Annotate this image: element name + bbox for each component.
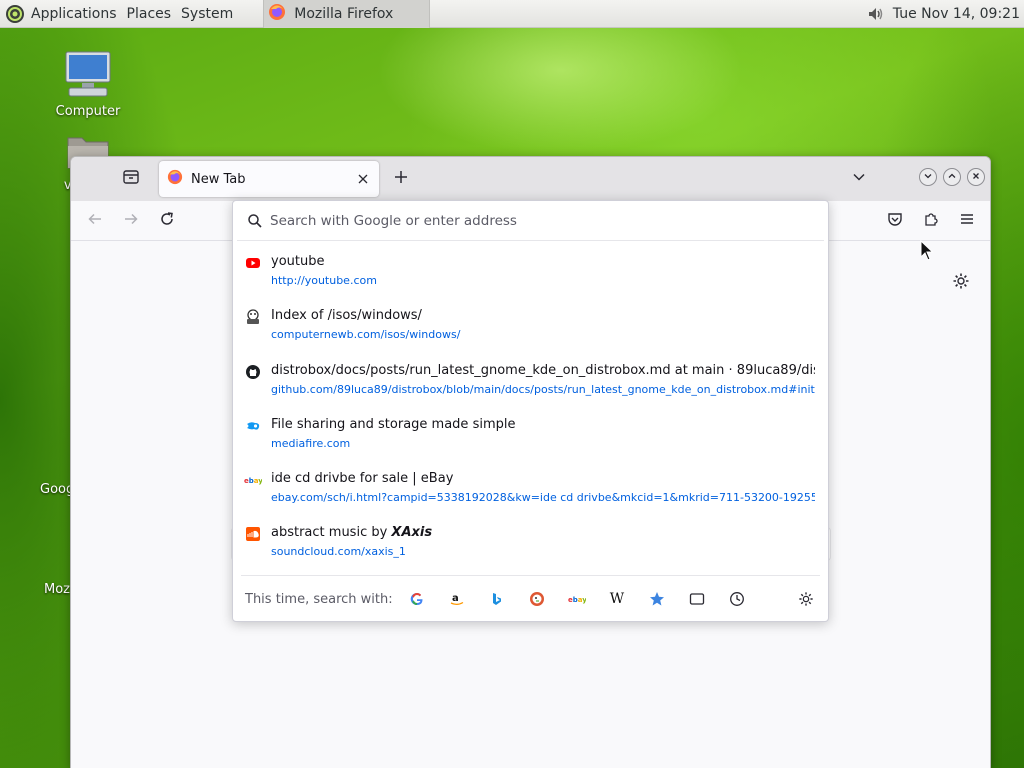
urlbar-results: youtube http://youtube.com Index of /iso…	[233, 245, 828, 571]
top-panel: Applications Places System Mozilla Firef…	[0, 0, 1024, 28]
google-icon[interactable]	[405, 587, 429, 611]
minimize-button[interactable]	[919, 168, 937, 186]
maximize-button[interactable]	[943, 168, 961, 186]
result-title-highlight: XAxis	[391, 525, 433, 541]
search-icon	[244, 210, 266, 232]
result-row[interactable]: Index of /isos/windows/ computernewb.com…	[233, 299, 828, 353]
list-all-tabs-button[interactable]	[845, 165, 873, 193]
search-with-label: This time, search with:	[245, 591, 393, 607]
duckduckgo-icon[interactable]	[525, 587, 549, 611]
history-icon[interactable]	[725, 587, 749, 611]
urlbar-input-row	[233, 201, 828, 241]
minimize-icon	[923, 170, 933, 185]
result-title-text: abstract music by	[271, 525, 392, 541]
chevron-down-icon	[852, 170, 866, 188]
tabs-icon[interactable]	[685, 587, 709, 611]
result-title: abstract music by XAxis	[271, 525, 815, 540]
result-title: youtube	[271, 254, 325, 269]
soundcloud-icon	[244, 525, 262, 543]
amazon-icon[interactable]: a	[445, 587, 469, 611]
plus-icon	[393, 169, 409, 189]
clock[interactable]: Tue Nov 14, 09:21	[893, 6, 1020, 22]
distro-logo-icon[interactable]	[4, 3, 26, 25]
result-url: mediafire.com	[271, 436, 351, 450]
divider	[237, 240, 824, 241]
result-url: computernewb.com/isos/windows/	[271, 328, 461, 342]
mediafire-icon	[244, 417, 262, 435]
bookmarks-icon[interactable]	[645, 587, 669, 611]
result-title: Index of /isos/windows/	[271, 308, 422, 324]
site-icon	[244, 308, 262, 326]
new-tab-button[interactable]	[387, 165, 415, 193]
pocket-icon	[887, 211, 903, 231]
wikipedia-icon[interactable]: W	[605, 587, 629, 611]
close-window-button[interactable]	[967, 168, 985, 186]
desktop-icon-computer[interactable]: Computer	[48, 50, 128, 119]
menu-icon	[959, 211, 975, 231]
result-url: github.com/89luca89/distrobox/blob/main/…	[271, 382, 815, 396]
firefox-icon	[167, 169, 183, 189]
maximize-icon	[947, 170, 957, 185]
taskbar-firefox-label: Mozilla Firefox	[294, 5, 394, 22]
result-row[interactable]: File sharing and storage made simple med…	[233, 408, 828, 462]
search-engine-bar: This time, search with: a ebay W	[233, 577, 828, 621]
forward-button[interactable]	[117, 207, 145, 235]
youtube-icon	[244, 254, 262, 272]
github-icon	[244, 363, 262, 381]
result-row[interactable]: youtube http://youtube.com	[233, 245, 828, 299]
back-icon	[87, 211, 103, 231]
back-button[interactable]	[81, 207, 109, 235]
desktop-icon-label: Computer	[55, 104, 121, 119]
firefox-icon	[268, 3, 286, 25]
svg-text:ebay: ebay	[244, 477, 262, 485]
extensions-button[interactable]	[917, 207, 945, 235]
firefox-view-button[interactable]	[117, 165, 145, 193]
taskbar-firefox[interactable]: Mozilla Firefox	[263, 0, 431, 28]
search-settings-icon[interactable]	[794, 587, 818, 611]
tab-bar: New Tab	[71, 157, 990, 201]
app-menu-button[interactable]	[953, 207, 981, 235]
firefox-view-icon	[122, 168, 140, 190]
urlbar-dropdown: youtube http://youtube.com Index of /iso…	[232, 200, 829, 622]
ebay-icon[interactable]: ebay	[565, 587, 589, 611]
volume-icon[interactable]	[865, 3, 887, 25]
tab-new-tab[interactable]: New Tab	[159, 161, 379, 197]
extensions-icon	[923, 211, 939, 231]
result-title: distrobox/docs/posts/run_latest_gnome_kd…	[271, 362, 815, 378]
desktop-icon-label: Moz	[44, 582, 70, 597]
result-url: soundcloud.com/xaxis_1	[271, 545, 406, 559]
result-title: ide cd drivbe for sale | eBay	[271, 471, 454, 487]
newtab-settings-icon[interactable]	[950, 270, 972, 292]
result-row[interactable]: ebay ide cd drivbe for sale | eBay ebay.…	[233, 462, 828, 516]
pocket-button[interactable]	[881, 207, 909, 235]
result-row[interactable]: distrobox/docs/posts/run_latest_gnome_kd…	[233, 354, 828, 408]
urlbar-input[interactable]	[270, 208, 810, 234]
bing-icon[interactable]	[485, 587, 509, 611]
applications-menu[interactable]: Applications	[26, 0, 122, 28]
tab-title: New Tab	[191, 171, 246, 187]
svg-text:a: a	[452, 593, 459, 604]
reload-icon	[159, 211, 175, 231]
ebay-icon: ebay	[244, 471, 262, 489]
mouse-cursor-icon	[920, 239, 934, 262]
result-url: ebay.com/sch/i.html?campid=5338192028&kw…	[271, 491, 815, 505]
result-row[interactable]: abstract music by XAxis soundcloud.com/x…	[233, 516, 828, 570]
system-menu[interactable]: System	[176, 0, 238, 28]
result-title: File sharing and storage made simple	[271, 416, 516, 432]
close-icon	[971, 170, 981, 185]
divider	[241, 575, 820, 576]
reload-button[interactable]	[153, 207, 181, 235]
svg-text:ebay: ebay	[568, 596, 586, 604]
computer-icon	[63, 50, 113, 102]
places-menu[interactable]: Places	[122, 0, 177, 28]
result-url: http://youtube.com	[271, 274, 377, 287]
close-tab-icon[interactable]	[351, 167, 375, 191]
forward-icon	[123, 211, 139, 231]
